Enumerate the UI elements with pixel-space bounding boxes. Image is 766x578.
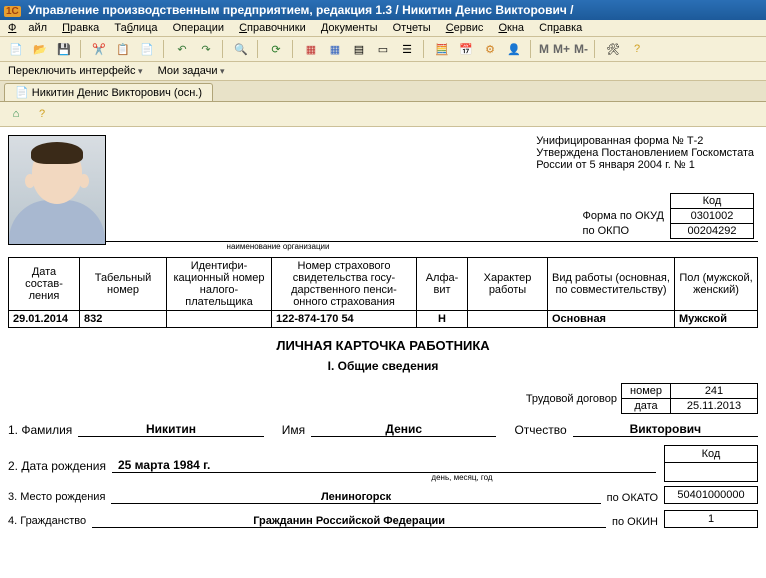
- menu-ref[interactable]: Справочники: [239, 22, 306, 34]
- birthdate-value: 25 марта 1984 г.: [112, 458, 656, 473]
- menu-service[interactable]: Сервис: [446, 22, 484, 34]
- open-icon[interactable]: 📂: [30, 39, 50, 59]
- birthplace-value: Лениногорск: [111, 491, 600, 504]
- table-row: 29.01.2014 832 122-874-170 54 Н Основная…: [9, 311, 758, 328]
- document-toolbar: ⌂ ?: [0, 102, 766, 127]
- copy-icon[interactable]: 📋: [113, 39, 133, 59]
- page-icon[interactable]: ▭: [373, 39, 393, 59]
- my-tasks-link[interactable]: Мои задачи: [158, 65, 225, 77]
- employee-photo: [8, 135, 106, 245]
- find-icon[interactable]: 🔍: [231, 39, 251, 59]
- window-titlebar: 1C Управление производственным предприят…: [0, 0, 766, 20]
- row-birthdate: 2. Дата рождения 25 марта 1984 г. день, …: [8, 445, 758, 482]
- row-citizenship: 4. Гражданство Гражданин Российской Феде…: [8, 510, 758, 528]
- person-icon[interactable]: 👤: [504, 39, 524, 59]
- settings-icon[interactable]: 🛠: [603, 39, 623, 59]
- doc-help-icon[interactable]: ?: [32, 104, 52, 124]
- menu-edit[interactable]: Правка: [62, 22, 99, 34]
- contract-date: 25.11.2013: [671, 399, 758, 414]
- new-icon[interactable]: 📄: [6, 39, 26, 59]
- main-toolbar: 📄 📂 💾 ✂️ 📋 📄 ↶ ↷ 🔍 ⟳ ▦ ▦ ▤ ▭ ☰ 🧮 📅 ⚙ 👤 M…: [0, 37, 766, 62]
- memory-mminus[interactable]: M-: [574, 42, 588, 56]
- menu-reports[interactable]: Отчеты: [393, 22, 431, 34]
- birthdate-code: [665, 463, 758, 482]
- patronymic-value: Викторович: [573, 422, 758, 437]
- tool1-icon[interactable]: ⚙: [480, 39, 500, 59]
- paste-icon[interactable]: 📄: [137, 39, 157, 59]
- document-subtitle: I. Общие сведения: [8, 359, 758, 373]
- firstname-value: Денис: [311, 422, 496, 437]
- document-body: Унифицированная форма № Т-2 Утверждена П…: [0, 127, 766, 536]
- menu-ops[interactable]: Операции: [173, 22, 224, 34]
- table-icon[interactable]: ▤: [349, 39, 369, 59]
- switch-interface-link[interactable]: Переключить интерфейс: [8, 65, 143, 77]
- app-icon: 1C: [4, 6, 21, 17]
- menu-windows[interactable]: Окна: [498, 22, 524, 34]
- grid-red-icon[interactable]: ▦: [301, 39, 321, 59]
- okpo-label: по ОКПО: [577, 224, 671, 239]
- contract-number: 241: [671, 384, 758, 399]
- menu-file[interactable]: Файл: [8, 22, 47, 34]
- document-title: ЛИЧНАЯ КАРТОЧКА РАБОТНИКА: [8, 338, 758, 353]
- contract-table: Трудовой договор номер 241 дата 25.11.20…: [518, 383, 758, 414]
- main-menu[interactable]: Файл Правка Таблица Операции Справочники…: [0, 20, 766, 37]
- menu-docs[interactable]: Документы: [321, 22, 378, 34]
- org-sublabel: наименование организации: [128, 242, 428, 251]
- grid-blue-icon[interactable]: ▦: [325, 39, 345, 59]
- form-legal-note: Унифицированная форма № Т-2 Утверждена П…: [536, 135, 758, 239]
- cut-icon[interactable]: ✂️: [89, 39, 109, 59]
- calendar-icon[interactable]: 📅: [456, 39, 476, 59]
- code-header2: Код: [665, 446, 758, 463]
- save-icon[interactable]: 💾: [54, 39, 74, 59]
- okpo-value: 00204292: [671, 224, 754, 239]
- help-icon[interactable]: ?: [627, 39, 647, 59]
- okud-value: 0301002: [671, 209, 754, 224]
- memory-mplus[interactable]: M+: [553, 42, 570, 56]
- contract-label: Трудовой договор: [518, 384, 622, 414]
- menu-table[interactable]: Таблица: [114, 22, 157, 34]
- surname-value: Никитин: [78, 422, 263, 437]
- tab-employee[interactable]: 📄 Никитин Денис Викторович (осн.): [4, 83, 213, 101]
- window-title: Управление производственным предприятием…: [28, 3, 573, 17]
- undo-icon[interactable]: ↶: [172, 39, 192, 59]
- calc-icon[interactable]: 🧮: [432, 39, 452, 59]
- secondary-toolbar: Переключить интерфейс Мои задачи: [0, 62, 766, 81]
- menu-help[interactable]: Справка: [539, 22, 582, 34]
- redo-icon[interactable]: ↷: [196, 39, 216, 59]
- okud-label: Форма по ОКУД: [577, 209, 671, 224]
- document-tabs: 📄 Никитин Денис Викторович (осн.): [0, 81, 766, 102]
- list-icon[interactable]: ☰: [397, 39, 417, 59]
- refresh-icon[interactable]: ⟳: [266, 39, 286, 59]
- citizenship-value: Гражданин Российской Федерации: [92, 515, 606, 528]
- row-surname: 1. Фамилия Никитин Имя Денис Отчество Ви…: [8, 422, 758, 437]
- code-header: Код: [671, 194, 754, 209]
- home-icon[interactable]: ⌂: [6, 104, 26, 124]
- header-table: Дата состав-ления Табельный номер Иденти…: [8, 257, 758, 328]
- row-birthplace: 3. Место рождения Лениногорск по ОКАТО 5…: [8, 486, 758, 504]
- okato-value: 50401000000: [665, 487, 758, 504]
- memory-m[interactable]: M: [539, 42, 549, 56]
- okin-value: 1: [665, 511, 758, 528]
